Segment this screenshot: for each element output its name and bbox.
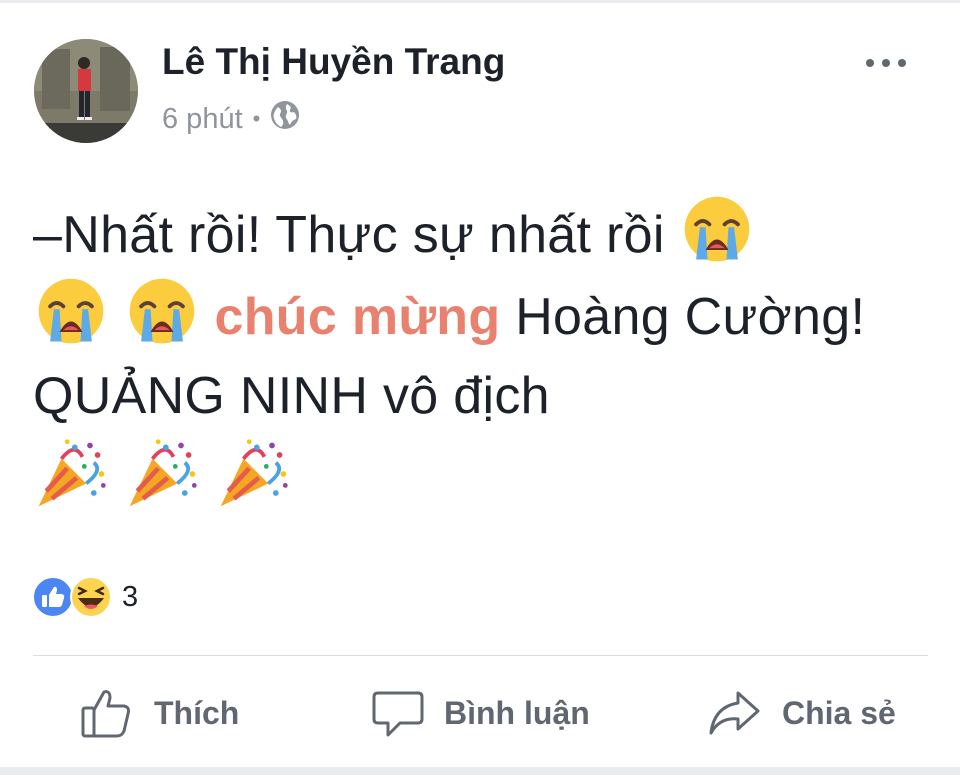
- action-bar: Thích Bình luận Chia sẻ: [0, 678, 960, 748]
- reactions-summary[interactable]: 3: [32, 575, 138, 619]
- post-card: Lê Thị Huyền Trang 6 phút • –Nhất rồi! T…: [0, 3, 960, 767]
- divider: [33, 655, 928, 656]
- post-text-part1: –Nhất rồi! Thực sự nhất rồi: [33, 206, 665, 264]
- like-button[interactable]: Thích: [80, 678, 239, 748]
- meta-separator: •: [252, 106, 261, 131]
- more-options-icon[interactable]: [866, 55, 914, 71]
- post-timestamp[interactable]: 6 phút: [162, 103, 243, 136]
- like-label: Thích: [154, 694, 240, 731]
- crying-face-emoji: [38, 278, 104, 344]
- haha-icon: [70, 576, 112, 618]
- party-popper-emoji: [129, 439, 197, 507]
- party-popper-emoji: [38, 439, 106, 507]
- author-name[interactable]: Lê Thị Huyền Trang: [162, 41, 505, 83]
- share-label: Chia sẻ: [782, 694, 896, 731]
- post-text: –Nhất rồi! Thực sự nhất rồi chúc mừng Ho…: [33, 193, 928, 518]
- reaction-count: 3: [122, 580, 139, 613]
- post-meta: 6 phút •: [162, 99, 301, 139]
- crying-face-emoji: [685, 196, 750, 262]
- like-icon: [32, 576, 74, 618]
- author-avatar[interactable]: [34, 39, 138, 143]
- comment-icon: [372, 691, 424, 737]
- post-text-highlight: chúc mừng: [214, 288, 501, 346]
- comment-label: Bình luận: [444, 694, 590, 731]
- share-arrow-icon: [709, 691, 760, 735]
- share-button[interactable]: Chia sẻ: [708, 678, 896, 748]
- globe-icon: [269, 99, 301, 139]
- thumbs-up-icon: [81, 690, 130, 738]
- party-popper-emoji: [220, 439, 288, 507]
- crying-face-emoji: [129, 278, 195, 344]
- comment-button[interactable]: Bình luận: [372, 678, 590, 748]
